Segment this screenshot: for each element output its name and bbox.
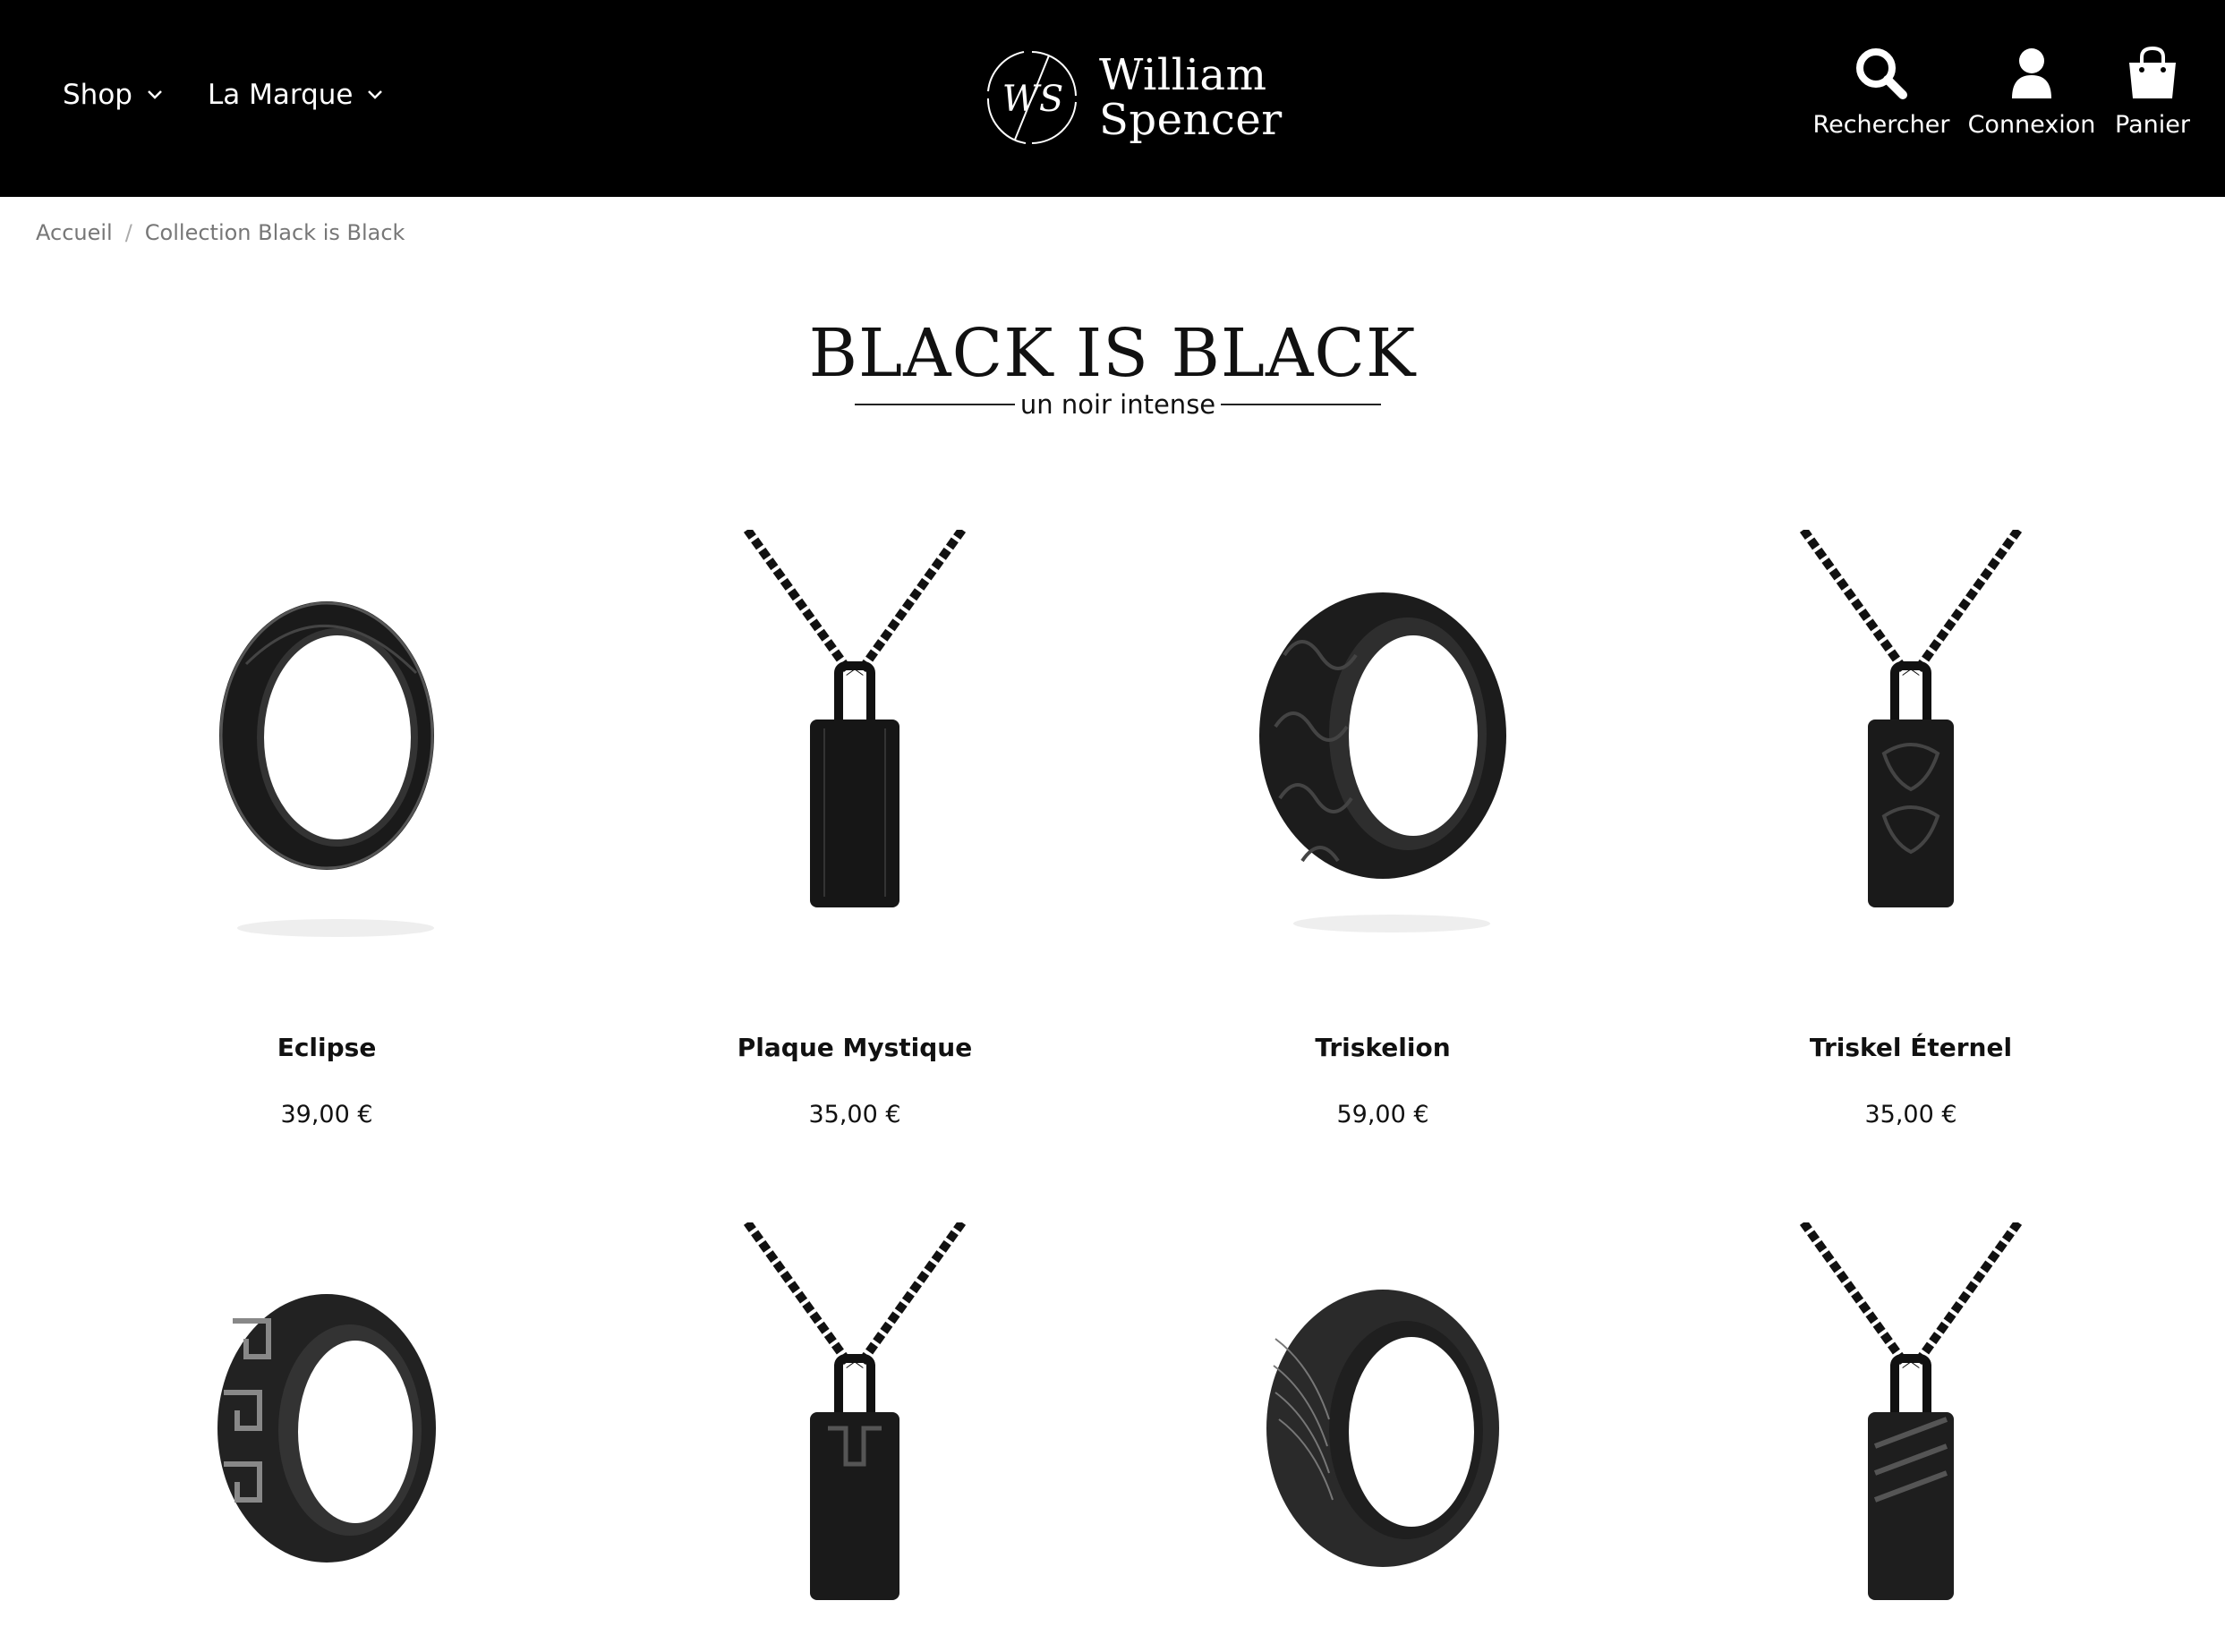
product-price: 35,00 € (808, 1101, 901, 1128)
nav-shop[interactable]: Shop (63, 79, 163, 111)
cart-label: Panier (2115, 111, 2190, 139)
shopping-bag-icon (2129, 46, 2176, 98)
product-image[interactable] (1732, 1222, 2090, 1652)
product-image[interactable] (1732, 530, 2090, 959)
cart-button[interactable]: Panier (2112, 45, 2193, 139)
search-icon (1856, 48, 1907, 99)
logo-line2: Spencer (1099, 95, 1283, 145)
brand-logo[interactable]: WS William Spencer (983, 47, 1283, 149)
page-title: BLACK IS BLACK (808, 315, 1417, 392)
site-header: Shop La Marque WS William Spencer Recher… (0, 0, 2225, 197)
chevron-down-icon (367, 89, 383, 100)
page-subtitle: un noir intense (855, 387, 1381, 422)
subtitle-divider-right (1221, 404, 1381, 405)
product-image[interactable] (1204, 530, 1562, 959)
logo-monogram-text: WS (1002, 79, 1064, 120)
product-price: 35,00 € (1864, 1101, 1957, 1128)
search-button[interactable]: Rechercher (1813, 45, 1949, 139)
nav-la-marque-label: La Marque (208, 79, 354, 111)
logo-monogram: WS (986, 51, 1077, 144)
subtitle-text: un noir intense (1019, 389, 1216, 420)
breadcrumb-home[interactable]: Accueil (36, 220, 113, 245)
search-label: Rechercher (1812, 111, 1950, 139)
breadcrumb-separator: / (124, 220, 132, 245)
product-name[interactable]: Plaque Mystique (604, 1033, 1105, 1062)
breadcrumb-current: Collection Black is Black (144, 220, 405, 245)
product-image[interactable] (148, 1222, 506, 1652)
subtitle-divider-left (855, 404, 1015, 405)
user-icon (2012, 48, 2051, 98)
account-label: Connexion (1967, 111, 2096, 139)
product-price: 39,00 € (280, 1101, 373, 1128)
logo-line1: William (1099, 50, 1267, 100)
product-name[interactable]: Eclipse (76, 1033, 577, 1062)
product-image[interactable] (676, 530, 1034, 959)
nav-shop-label: Shop (63, 79, 132, 111)
account-button[interactable]: Connexion (1967, 45, 2096, 139)
product-image[interactable] (148, 530, 506, 959)
product-name[interactable]: Triskel Éternel (1660, 1033, 2161, 1062)
product-name[interactable]: Triskelion (1132, 1033, 1633, 1062)
chevron-down-icon (147, 89, 163, 100)
product-image[interactable] (676, 1222, 1034, 1652)
product-price: 59,00 € (1336, 1101, 1429, 1128)
breadcrumb: Accueil / Collection Black is Black (36, 220, 405, 245)
logo-wordmark: William Spencer (1099, 53, 1283, 142)
nav-la-marque[interactable]: La Marque (208, 79, 383, 111)
product-image[interactable] (1204, 1222, 1562, 1652)
